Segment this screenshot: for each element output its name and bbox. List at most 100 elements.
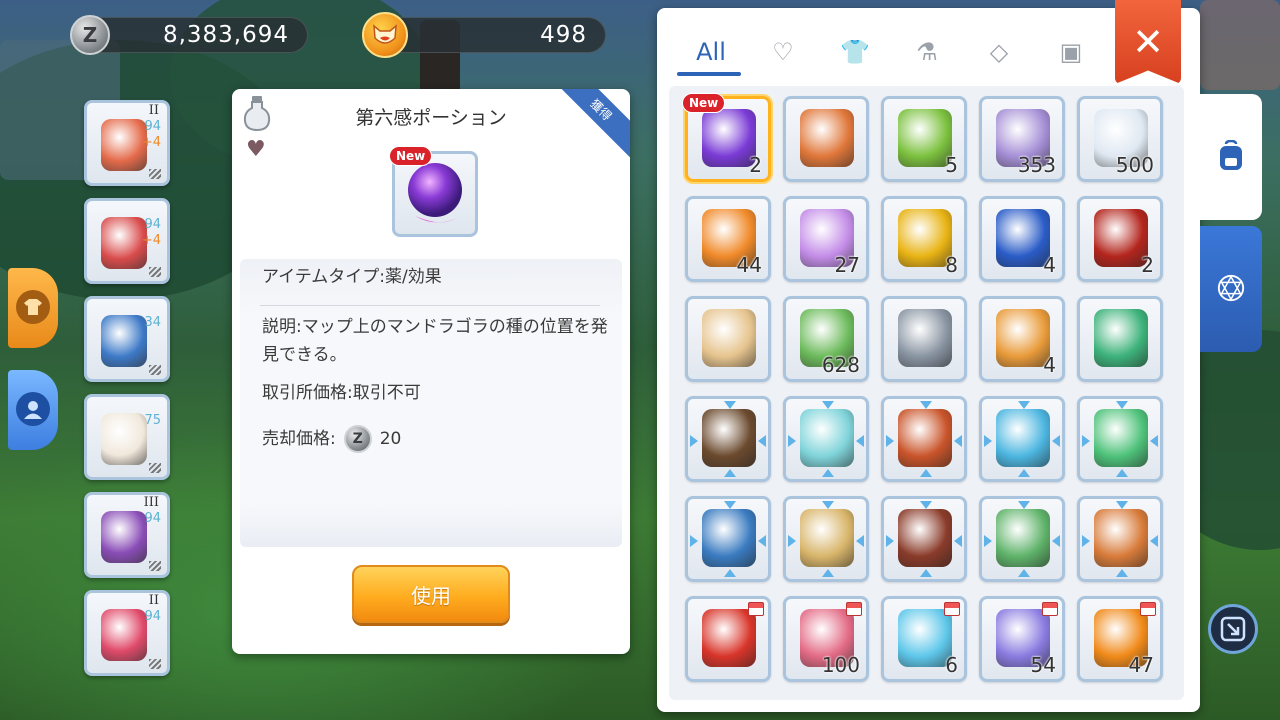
cat-coin-icon [362,12,408,58]
frame-arrow-right [1150,435,1158,447]
tab-all[interactable]: All [675,30,747,76]
boots-icon [101,413,147,465]
mystery-box-icon [996,509,1050,567]
new-badge: New [389,146,433,166]
inventory-item-brown-book[interactable] [685,396,771,482]
sixth-sense-potion-icon [702,109,756,167]
tab-bag[interactable] [1200,94,1262,220]
minimize-button[interactable] [1208,604,1258,654]
frame-arrow-bottom [724,469,736,477]
inventory-item-green-backpack[interactable] [1077,296,1163,382]
necklace-icon [101,609,147,661]
level-label: 94 [144,217,161,232]
inventory-item-yellow-card[interactable]: 8 [881,196,967,282]
inventory-item-orb-staff[interactable] [979,396,1065,482]
frame-arrow-top [920,401,932,409]
frame-arrow-left [788,435,796,447]
inventory-item-leather-book[interactable] [881,496,967,582]
inventory-item-star-badge[interactable]: 4 [979,296,1065,382]
edit-icon [149,561,161,571]
tab-card[interactable]: ▣ [1035,30,1107,74]
edit-icon [149,267,161,277]
inventory-item-orange-device[interactable]: 44 [685,196,771,282]
tab-magic[interactable] [1200,226,1262,352]
item-type: アイテムタイプ:薬/効果 [262,267,442,287]
inventory-item-mystery-box[interactable] [979,496,1065,582]
inventory-item-snow-crystal[interactable]: 6 [881,596,967,682]
inventory-item-blue-card[interactable]: 4 [979,196,1065,282]
tier-label: II [148,103,159,118]
side-tab-equipment[interactable] [8,268,58,348]
inventory-item-sword-coin[interactable] [881,296,967,382]
equipment-slot-boots[interactable]: 75 [84,394,170,480]
red-book-icon [898,409,952,467]
inventory-item-red-book[interactable] [881,396,967,482]
equipment-slot-accessory[interactable]: III 94 [84,492,170,578]
frame-arrow-left [690,535,698,547]
inventory-item-tower-relic[interactable] [783,496,869,582]
frame-arrow-bottom [1018,569,1030,577]
cape-icon [101,315,147,367]
equipment-slot-cape[interactable]: 34 [84,296,170,382]
frame-arrow-top [1116,401,1128,409]
side-tab-character[interactable] [8,370,58,450]
item-description: 説明:マップ上のマンドラゴラの種の位置を発見できる。 [262,317,608,365]
green-backpack-icon [1094,309,1148,367]
inventory-item-travel-bag[interactable] [1077,496,1163,582]
tab-potion[interactable]: ⚗ [891,30,963,74]
tab-equipment[interactable]: 👕 [819,30,891,74]
item-quantity: 8 [945,253,958,277]
frame-arrow-top [920,501,932,509]
frame-arrow-bottom [822,469,834,477]
inventory-item-gift-box[interactable] [783,396,869,482]
inventory-item-red-card[interactable]: 2 [1077,196,1163,282]
inventory-item-open-book[interactable] [685,496,771,582]
inventory-item-pink-shell[interactable]: 100 [783,596,869,682]
edit-icon [149,659,161,669]
frame-arrow-right [856,535,864,547]
sword-coin-icon [898,309,952,367]
item-quantity: 5 [945,153,958,177]
inventory-item-green-leaf[interactable]: 628 [783,296,869,382]
frame-arrow-top [724,501,736,509]
armor-icon [101,217,147,269]
shirt-icon [16,290,50,324]
sell-label: 売却価格: [262,429,336,449]
tab-all-label: All [696,38,726,66]
item-quantity: 44 [736,253,762,277]
close-button[interactable]: ✕ [1115,0,1181,84]
inventory-item-scroll[interactable] [685,296,771,382]
inventory-item-white-feather[interactable]: 500 [1077,96,1163,182]
item-sell-price: 売却価格: Z 20 [262,425,401,453]
inventory-item-butterfly-wing[interactable]: 27 [783,196,869,282]
yellow-card-icon [898,209,952,267]
inventory-item-dodo-bird[interactable] [783,96,869,182]
inventory-item-wing-feather[interactable]: 353 [979,96,1065,182]
inventory-item-red-ticket[interactable] [685,596,771,682]
card-icon: ▣ [1059,38,1083,66]
tier-label: II [148,593,159,608]
tab-gem[interactable]: ◇ [963,30,1035,74]
inventory-item-crystal-sword[interactable]: 54 [979,596,1065,682]
inventory-item-sixth-sense-potion[interactable]: New 2 [682,93,771,182]
inventory-item-panda-card[interactable] [1077,396,1163,482]
accessory-icon [101,511,147,563]
use-button[interactable]: 使用 [352,565,510,623]
new-badge: New [682,93,726,113]
snow-crystal-icon [898,609,952,667]
item-quantity: 2 [1141,253,1154,277]
tab-heart[interactable]: ♡ [747,30,819,74]
tower-relic-icon [800,509,854,567]
item-title: 第六感ポーション [355,107,507,129]
shop-icon [846,602,862,616]
frame-arrow-bottom [920,569,932,577]
inventory-item-maple-coin[interactable]: 47 [1077,596,1163,682]
equipment-slot-ring[interactable]: II 94 +4 [84,100,170,186]
equipment-slot-necklace[interactable]: II 94 [84,590,170,676]
equipment-slot-armor[interactable]: 94 +4 [84,198,170,284]
zeny-amount: 8,383,694 [162,22,289,48]
red-card-icon [1094,209,1148,267]
inventory-item-green-potion[interactable]: 5 [881,96,967,182]
favorite-heart-icon[interactable]: ♥ [246,139,270,161]
panda-card-icon [1094,409,1148,467]
